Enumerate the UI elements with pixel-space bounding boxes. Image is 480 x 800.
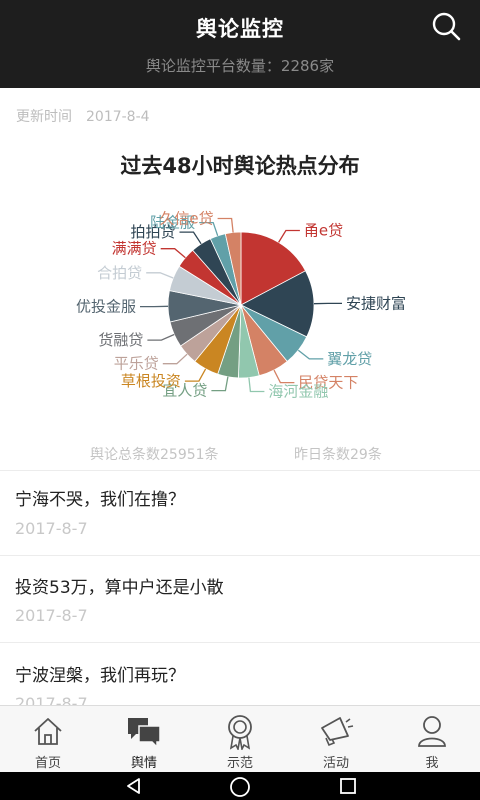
tab-home[interactable]: 首页 [0,706,96,772]
recents-icon[interactable] [338,776,358,796]
slice-label: 草根投资 [121,372,181,390]
label-line [179,231,202,245]
home-icon [34,718,62,745]
page-title: 舆论监控 [196,17,284,41]
chat-bubbles-icon [128,718,161,748]
search-icon[interactable] [430,10,462,42]
tab-opinion[interactable]: 舆情 [96,706,192,772]
news-date: 2017-8-7 [15,519,88,538]
system-nav-bar [0,772,480,800]
label-line [147,333,175,341]
label-line [160,248,186,259]
app-header: 舆论监控 舆论监控平台数量：2286家 [0,0,480,88]
slice-label: 甬e贷 [304,222,343,240]
home-circle-icon[interactable] [229,776,251,798]
list-item[interactable]: 宁海不哭，我们在撸？ 2017-8-7 [0,471,480,555]
pie-chart[interactable]: 甬e贷安捷财富翼龙贷民贷天下海河金融宜人贷草根投资平乐贷货融贷优投金服合拍贷满满… [0,88,480,438]
bottom-tab-bar: 首页 舆情 示范 活动 我 [0,705,480,772]
main-content[interactable]: 更新时间 2017-8-4 过去48小时舆论热点分布 甬e贷 安捷财富 翼龙贷 民贷天下… [0,88,480,705]
tab-label: 活动 [322,756,349,771]
news-date: 2017-8-7 [15,694,88,705]
label-line [184,368,207,382]
user-icon [418,716,446,747]
tab-me[interactable]: 我 [384,706,480,772]
list-item[interactable]: 宁波涅槃，我们再玩？ 2017-8-7 [0,643,480,705]
slice-label: 合拍贷 [97,264,142,282]
tab-label: 首页 [34,756,61,771]
tab-demo[interactable]: 示范 [192,706,288,772]
tab-label: 我 [425,756,439,771]
news-title: 投资53万，算中户还是小散 [15,578,224,598]
label-line [211,376,229,392]
slice-label: 货融贷 [98,331,143,349]
platform-count: 舆论监控平台数量：2286家 [145,57,335,75]
label-line [162,353,188,365]
label-line [278,229,300,243]
slice-label: 满满贷 [112,240,157,258]
back-icon[interactable] [124,776,144,796]
total-count: 舆论总条数25951条 [90,447,219,463]
label-line [273,369,295,384]
yesterday-count: 昨日条数29条 [294,447,382,463]
slice-label: 海河金融 [268,383,328,401]
slice-label: 翼龙贷 [327,350,372,368]
news-title: 宁波涅槃，我们再玩？ [15,666,185,686]
tab-activity[interactable]: 活动 [288,706,384,772]
tab-label: 示范 [226,756,253,771]
slice-label: 安捷财富 [346,294,406,312]
label-line [217,217,234,233]
tab-label: 舆情 [130,756,157,771]
list-item[interactable]: 投资53万，算中户还是小散 2017-8-7 [0,556,480,642]
news-date: 2017-8-7 [15,606,88,625]
label-line [297,349,324,360]
slice-label: 久信e贷 [159,210,213,228]
award-medal-icon [228,715,252,750]
stats-row: 舆论总条数25951条 昨日条数29条 [0,444,480,464]
megaphone-icon [321,717,354,747]
slice-label: 优投金服 [76,298,136,316]
label-line [146,272,174,279]
slice-label: 平乐贷 [114,355,159,373]
news-title: 宁海不哭，我们在撸？ [15,490,185,510]
label-line [248,377,265,393]
